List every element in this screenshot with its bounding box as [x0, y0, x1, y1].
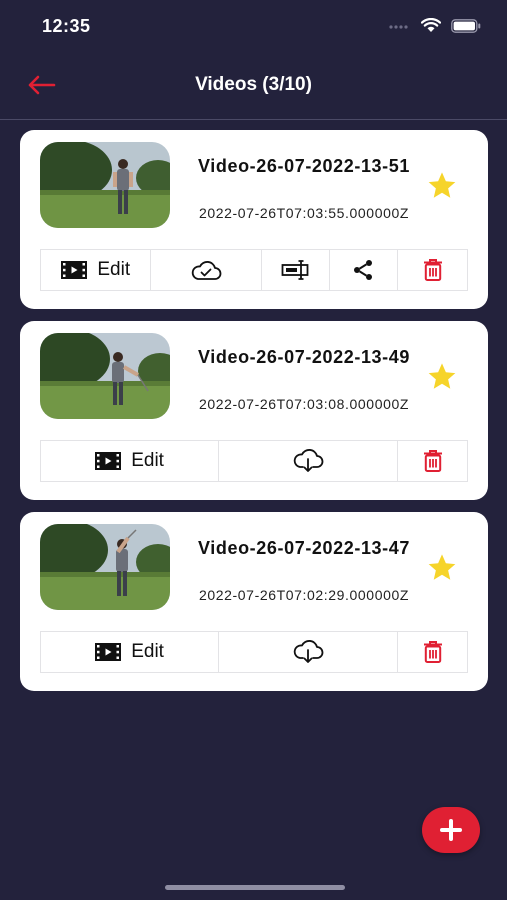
edit-label: Edit: [131, 450, 164, 471]
edit-button[interactable]: Edit: [41, 441, 220, 481]
battery-icon: [451, 18, 481, 33]
cloud-download-icon: [294, 449, 324, 472]
add-video-button[interactable]: [422, 807, 480, 853]
video-list: Video-26-07-2022-13-51 2022-07-26T07:03:…: [20, 130, 488, 703]
nav-divider: [0, 119, 507, 120]
edit-button[interactable]: Edit: [41, 632, 220, 672]
edit-label: Edit: [97, 259, 131, 280]
video-thumbnail[interactable]: [40, 524, 170, 610]
delete-button[interactable]: [398, 441, 467, 481]
trim-icon: [281, 260, 309, 280]
video-date: 2022-07-26T07:03:08.000000Z: [198, 396, 410, 412]
status-icons: [389, 18, 481, 33]
share-button[interactable]: [330, 250, 399, 290]
edit-button[interactable]: Edit: [41, 250, 152, 290]
page-title: Videos (3/10): [195, 74, 312, 95]
cloud-check-icon: [192, 261, 222, 280]
share-icon: [354, 260, 373, 280]
trim-button[interactable]: [262, 250, 330, 290]
video-card: Video-26-07-2022-13-49 2022-07-26T07:03:…: [20, 321, 488, 500]
trash-icon: [423, 641, 442, 663]
trash-icon: [423, 259, 442, 281]
video-title: Video-26-07-2022-13-47: [198, 538, 410, 558]
signal-icon: [389, 24, 408, 29]
video-title: Video-26-07-2022-13-51: [198, 156, 410, 176]
film-icon: [61, 261, 88, 279]
video-actions: Edit: [40, 440, 468, 482]
delete-button[interactable]: [398, 250, 467, 290]
wifi-icon: [421, 18, 441, 32]
star-icon[interactable]: [425, 552, 459, 584]
star-icon[interactable]: [425, 170, 459, 202]
cloud-download-icon: [294, 640, 324, 663]
star-icon[interactable]: [425, 361, 459, 393]
video-title: Video-26-07-2022-13-49: [198, 347, 410, 367]
plus-icon: [440, 819, 462, 841]
video-card: Video-26-07-2022-13-47 2022-07-26T07:02:…: [20, 512, 488, 691]
trash-icon: [423, 450, 442, 472]
nav-bar: Videos (3/10): [0, 60, 507, 112]
video-date: 2022-07-26T07:02:29.000000Z: [198, 587, 410, 603]
video-actions: Edit: [40, 249, 468, 291]
video-thumbnail[interactable]: [40, 333, 170, 419]
video-card: Video-26-07-2022-13-51 2022-07-26T07:03:…: [20, 130, 488, 309]
cloud-button[interactable]: [151, 250, 262, 290]
film-icon: [95, 452, 122, 470]
video-thumbnail[interactable]: [40, 142, 170, 228]
cloud-download-button[interactable]: [219, 441, 399, 481]
cloud-download-button[interactable]: [219, 632, 399, 672]
status-time: 12:35: [42, 16, 91, 36]
video-actions: Edit: [40, 631, 468, 673]
film-icon: [95, 643, 122, 661]
edit-label: Edit: [131, 641, 164, 662]
home-indicator: [165, 885, 345, 890]
delete-button[interactable]: [398, 632, 467, 672]
video-date: 2022-07-26T07:03:55.000000Z: [198, 205, 410, 221]
status-bar: 12:35: [0, 0, 507, 52]
